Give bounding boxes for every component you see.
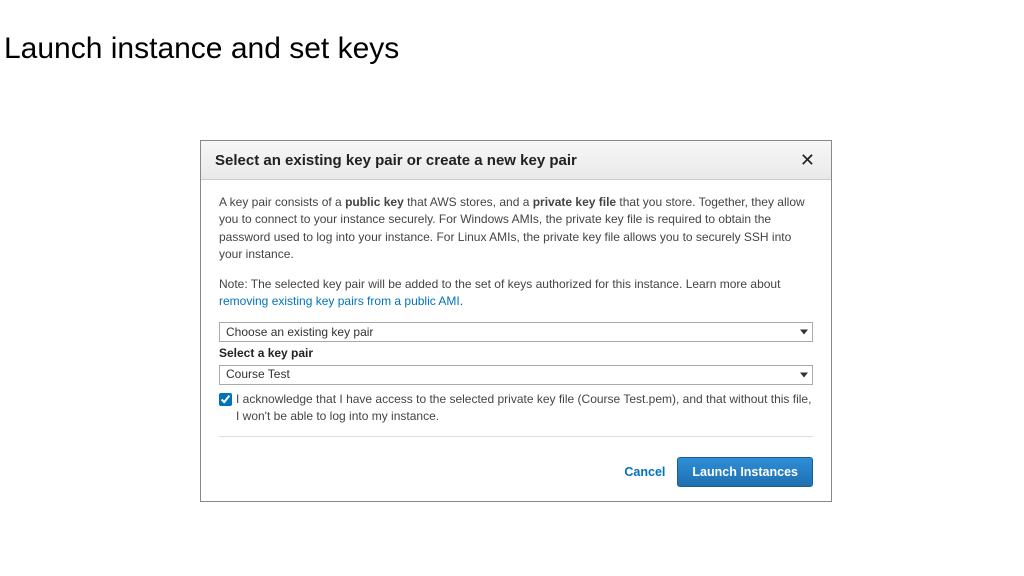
dialog-header: Select an existing key pair or create a … xyxy=(201,141,831,180)
learn-more-link[interactable]: removing existing key pairs from a publi… xyxy=(219,294,460,308)
keypair-action-select[interactable]: Choose an existing key pair xyxy=(219,322,813,342)
slide-title: Launch instance and set keys xyxy=(0,0,1024,66)
desc-bold-privatekeyfile: private key file xyxy=(533,195,616,209)
keypair-name-value: Course Test xyxy=(226,366,290,383)
divider xyxy=(219,436,813,437)
desc-bold-publickey: public key xyxy=(345,195,404,209)
close-icon[interactable]: ✕ xyxy=(798,151,817,169)
dialog-title: Select an existing key pair or create a … xyxy=(215,152,577,169)
dialog-body: A key pair consists of a public key that… xyxy=(201,180,831,457)
acknowledge-checkbox[interactable] xyxy=(219,393,232,406)
chevron-down-icon xyxy=(800,330,808,335)
dialog-footer: Cancel Launch Instances xyxy=(201,457,831,501)
chevron-down-icon xyxy=(800,372,808,377)
keypair-field-label: Select a key pair xyxy=(219,345,813,362)
desc-prefix: A key pair consists of a xyxy=(219,195,345,209)
keypair-name-select[interactable]: Course Test xyxy=(219,365,813,385)
note-text: Note: The selected key pair will be adde… xyxy=(219,276,813,311)
desc-mid: that AWS stores, and a xyxy=(404,195,533,209)
keypair-action-value: Choose an existing key pair xyxy=(226,324,373,341)
acknowledge-row: I acknowledge that I have access to the … xyxy=(219,391,813,426)
cancel-button[interactable]: Cancel xyxy=(624,465,665,479)
note-period: . xyxy=(460,294,463,308)
launch-instances-button[interactable]: Launch Instances xyxy=(677,457,813,487)
keypair-dialog: Select an existing key pair or create a … xyxy=(200,140,832,502)
acknowledge-text: I acknowledge that I have access to the … xyxy=(236,391,813,426)
description-text: A key pair consists of a public key that… xyxy=(219,194,813,264)
note-prefix: Note: The selected key pair will be adde… xyxy=(219,277,780,291)
